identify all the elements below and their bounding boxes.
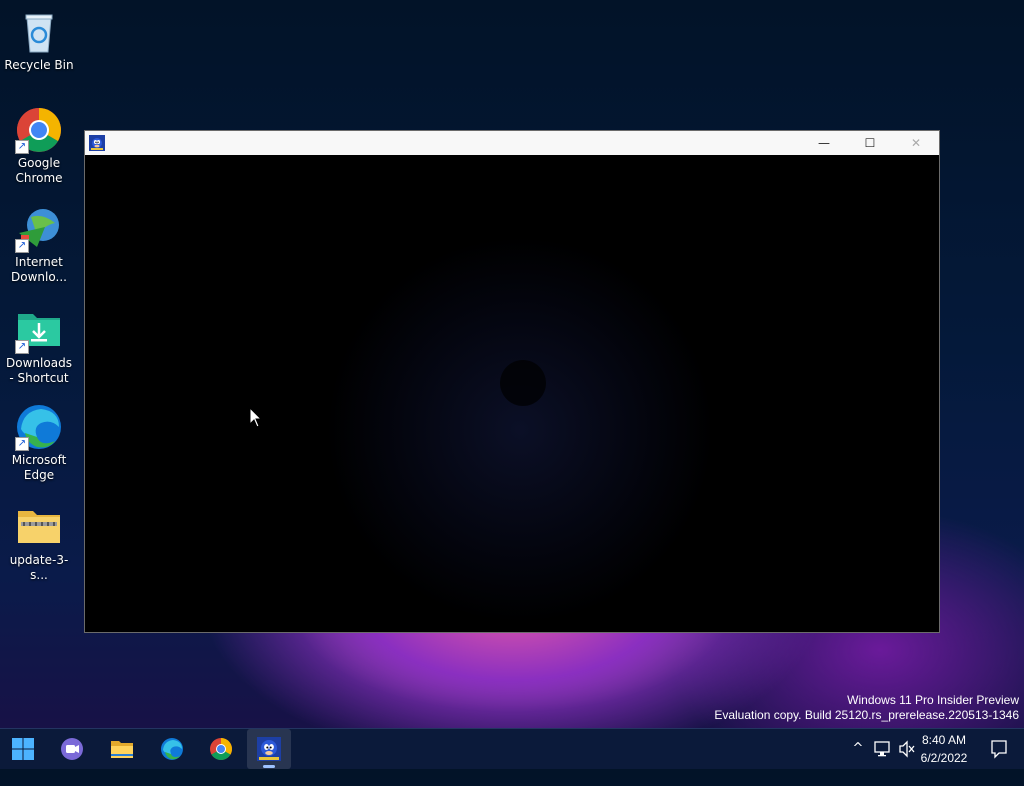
desktop-icon-label: Microsoft Edge	[11, 453, 67, 482]
sonic-icon	[257, 737, 281, 761]
desktop-icon-recycle-bin[interactable]: Recycle Bin	[2, 8, 76, 73]
faint-background-dot	[500, 360, 546, 406]
edge-icon: ↗	[15, 403, 63, 451]
chrome-icon: ↗	[15, 106, 63, 154]
recycle-bin-icon	[15, 8, 63, 56]
clock-time: 8:40 AM	[921, 733, 967, 747]
desktop-icon-google-chrome[interactable]: ↗ Google Chrome	[2, 106, 76, 186]
window-content-area[interactable]	[85, 155, 939, 632]
network-icon[interactable]	[873, 729, 893, 769]
desktop-icon-internet-download-manager[interactable]: ↗ Internet Downlo...	[2, 205, 76, 285]
shortcut-arrow-icon: ↗	[15, 140, 29, 154]
watermark-line-1: Windows 11 Pro Insider Preview	[847, 693, 1019, 707]
close-button[interactable]: ✕	[893, 131, 939, 155]
clock-date: 6/2/2022	[920, 751, 968, 765]
desktop-icon-label: Google Chrome	[15, 156, 63, 185]
show-hidden-icons-button[interactable]: ^	[850, 729, 866, 769]
internet-download-manager-icon: ↗	[15, 205, 63, 253]
shortcut-arrow-icon: ↗	[15, 340, 29, 354]
desktop-icon-microsoft-edge[interactable]: ↗ Microsoft Edge	[2, 403, 76, 483]
watermark-line-2: Evaluation copy. Build 25120.rs_prerelea…	[714, 708, 1019, 722]
shortcut-arrow-icon: ↗	[15, 239, 29, 253]
windows-start-icon	[11, 737, 35, 761]
mouse-cursor-icon	[249, 406, 263, 429]
taskbar-file-explorer[interactable]	[100, 729, 144, 769]
downloads-folder-icon: ↗	[15, 306, 63, 354]
taskbar: ^ 8:40 AM 6/2/2022	[0, 728, 1024, 769]
faint-background-glow	[325, 235, 715, 625]
desktop-icon-label: Internet Downlo...	[11, 255, 67, 284]
desktop-icon-label: update-3-s...	[9, 553, 69, 582]
teams-chat-icon	[60, 737, 84, 761]
minimize-button[interactable]: —	[801, 131, 847, 155]
chrome-icon	[209, 737, 233, 761]
sonic-app-window[interactable]: — ☐ ✕	[84, 130, 940, 633]
taskbar-chrome[interactable]	[199, 729, 243, 769]
desktop-icon-label: Downloads - Shortcut	[6, 356, 72, 385]
taskbar-clock[interactable]: 8:40 AM 6/2/2022	[914, 731, 974, 767]
zip-folder-icon	[15, 503, 63, 551]
taskbar-edge[interactable]	[150, 729, 194, 769]
file-explorer-icon	[110, 737, 134, 761]
desktop-icon-downloads-shortcut[interactable]: ↗ Downloads - Shortcut	[2, 306, 76, 386]
taskbar-sonic-app[interactable]	[247, 729, 291, 769]
maximize-button[interactable]: ☐	[847, 131, 893, 155]
notifications-icon[interactable]	[990, 729, 1012, 769]
desktop-icon-update-zip[interactable]: update-3-s...	[2, 503, 76, 583]
windows-watermark: Windows 11 Pro Insider Preview Evaluatio…	[714, 693, 1019, 723]
desktop-icon-label: Recycle Bin	[4, 58, 74, 72]
sonic-icon	[89, 135, 105, 151]
window-titlebar[interactable]: — ☐ ✕	[85, 131, 939, 155]
taskbar-teams-chat[interactable]	[50, 729, 94, 769]
start-button[interactable]	[1, 729, 45, 769]
shortcut-arrow-icon: ↗	[15, 437, 29, 451]
edge-icon	[160, 737, 184, 761]
